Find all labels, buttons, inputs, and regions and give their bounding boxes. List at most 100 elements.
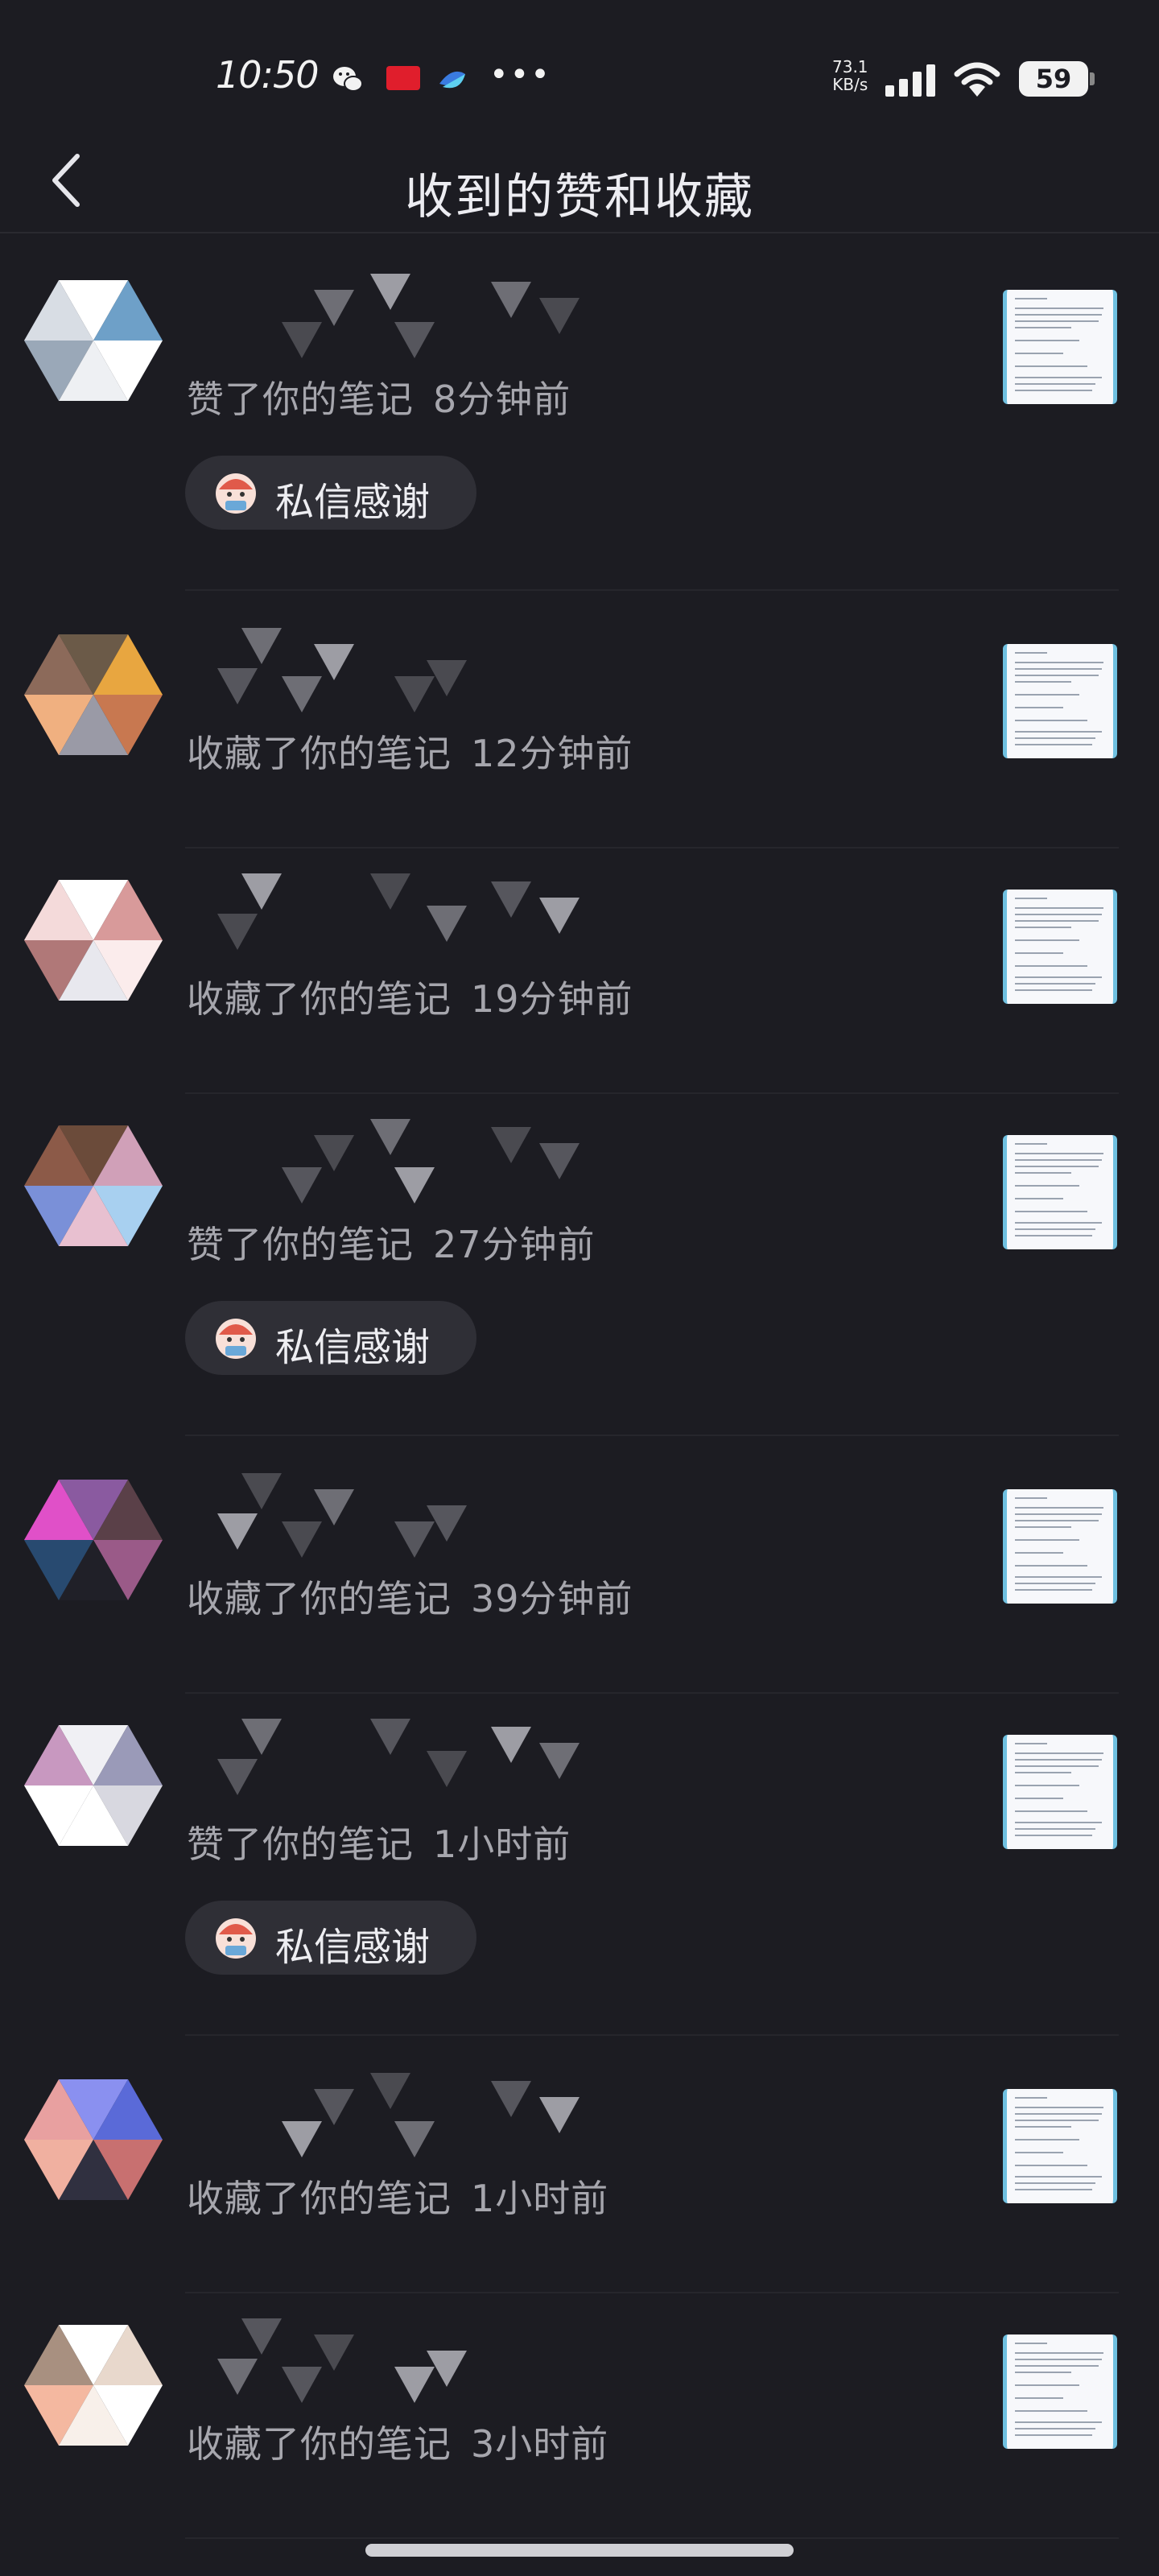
notification-item[interactable]: 赞了你的笔记 8分钟前 私信感谢 <box>0 274 1159 612</box>
notification-item[interactable]: 赞了你的笔记 27分钟前 私信感谢 <box>0 1119 1159 1457</box>
thumbnail-text-line <box>1015 2107 1103 2108</box>
header: 收到的赞和收藏 <box>0 129 1159 233</box>
more-dots-icon: ••• <box>489 56 551 93</box>
wechat-icon <box>333 67 363 92</box>
username-blurred[interactable] <box>185 1473 636 1562</box>
thumbnail-text-line <box>1015 2097 1047 2099</box>
username-blurred[interactable] <box>185 1719 636 1807</box>
thumbnail-text-line <box>1015 2139 1079 2140</box>
thumbnail-text-line <box>1015 1589 1092 1591</box>
thumbnail-text-line <box>1015 1497 1047 1499</box>
thumbnail-text-line <box>1015 737 1095 739</box>
user-avatar[interactable] <box>24 1725 163 1846</box>
thumbnail-text-line <box>1015 1507 1103 1509</box>
note-thumbnail[interactable] <box>1003 2089 1117 2203</box>
home-indicator[interactable] <box>365 2544 794 2557</box>
item-divider <box>185 1435 1119 1436</box>
notification-item[interactable]: 收藏了你的笔记 39分钟前 <box>0 1473 1159 1715</box>
thumbnail-text-line <box>1015 2372 1071 2373</box>
thumbnail-text-line <box>1015 707 1063 708</box>
action-label: 赞了你的笔记 <box>187 378 414 421</box>
notification-item[interactable]: 收藏了你的笔记 3小时前 <box>0 2318 1159 2560</box>
notification-item[interactable]: 收藏了你的笔记 19分钟前 <box>0 873 1159 1115</box>
thumbnail-text-line <box>1015 1798 1063 1799</box>
thumbnail-text-line <box>1015 2359 1102 2360</box>
thumbnail-text-line <box>1015 2428 1095 2429</box>
username-blurred[interactable] <box>185 274 636 362</box>
thumbnail-text-line <box>1015 2410 1087 2412</box>
notification-item[interactable]: 收藏了你的笔记 1小时前 <box>0 2073 1159 2314</box>
thumbnail-text-line <box>1015 1153 1103 1154</box>
thumbnail-text-line <box>1015 1235 1092 1236</box>
user-avatar[interactable] <box>24 880 163 1001</box>
note-thumbnail[interactable] <box>1003 2334 1117 2449</box>
thumbnail-text-line <box>1015 1520 1099 1521</box>
notification-item[interactable]: 赞了你的笔记 1小时前私信感谢 <box>0 1719 1159 2057</box>
note-thumbnail[interactable] <box>1003 290 1117 404</box>
thumbnail-text-line <box>1015 1172 1071 1174</box>
username-blurred[interactable] <box>185 873 636 962</box>
thumbnail-text-line <box>1015 681 1071 683</box>
user-avatar[interactable] <box>24 2079 163 2200</box>
thumbnail-text-line <box>1015 365 1087 367</box>
thumbnail-text-line <box>1015 2182 1095 2184</box>
thank-button-label: 私信感谢 <box>275 1325 431 1370</box>
battery-cap <box>1090 72 1095 85</box>
user-avatar[interactable] <box>24 1480 163 1600</box>
thumbnail-text-line <box>1015 668 1102 670</box>
item-divider <box>185 2537 1119 2539</box>
thumbnail-text-line <box>1015 2165 1087 2166</box>
username-blurred[interactable] <box>185 628 636 716</box>
screen: 10:50 ••• 73.1 KB/s 59 收到的赞和收藏 赞了你的笔记 8分… <box>0 0 1159 2576</box>
thumbnail-text-line <box>1015 652 1047 654</box>
thumbnail-text-line <box>1015 2434 1092 2436</box>
notification-text: 收藏了你的笔记 3小时前 <box>187 2415 608 2468</box>
time-ago: 1小时前 <box>433 1823 571 1866</box>
note-thumbnail[interactable] <box>1003 1489 1117 1604</box>
thumbnail-text-line <box>1015 920 1099 922</box>
thank-emoji-icon <box>216 473 256 514</box>
time-ago: 19分钟前 <box>471 977 633 1021</box>
thumbnail-text-line <box>1015 1765 1099 1767</box>
thumbnail-text-line <box>1015 2384 1079 2386</box>
thumbnail-text-line <box>1015 2365 1099 2367</box>
thumbnail-text-line <box>1015 731 1102 733</box>
notification-item[interactable]: 收藏了你的笔记 12分钟前 <box>0 628 1159 869</box>
notification-text: 收藏了你的笔记 12分钟前 <box>187 724 633 778</box>
thumbnail-text-line <box>1015 914 1102 915</box>
note-thumbnail[interactable] <box>1003 1135 1117 1249</box>
thank-message-button[interactable]: 私信感谢 <box>185 456 476 530</box>
item-divider <box>185 2034 1119 2036</box>
note-thumbnail[interactable] <box>1003 1735 1117 1849</box>
header-divider <box>0 232 1159 233</box>
thumbnail-text-line <box>1015 2352 1103 2354</box>
username-blurred[interactable] <box>185 2073 636 2161</box>
note-thumbnail[interactable] <box>1003 890 1117 1004</box>
thank-message-button[interactable]: 私信感谢 <box>185 1301 476 1375</box>
username-blurred[interactable] <box>185 1119 636 1208</box>
notification-text: 赞了你的笔记 1小时前 <box>187 1815 571 1868</box>
action-label: 赞了你的笔记 <box>187 1223 414 1266</box>
thumbnail-text-line <box>1015 720 1087 721</box>
thumbnail-text-line <box>1015 989 1092 991</box>
username-blurred[interactable] <box>185 2318 636 2407</box>
notification-text: 收藏了你的笔记 1小时前 <box>187 2169 608 2223</box>
thumbnail-text-line <box>1015 1552 1063 1554</box>
thumbnail-text-line <box>1015 1143 1047 1145</box>
action-label: 收藏了你的笔记 <box>187 977 452 1021</box>
user-avatar[interactable] <box>24 280 163 401</box>
thumbnail-text-line <box>1015 1228 1095 1230</box>
thumbnail-text-line <box>1015 1222 1102 1224</box>
thank-message-button[interactable]: 私信感谢 <box>185 1901 476 1975</box>
user-avatar[interactable] <box>24 634 163 755</box>
thumbnail-text-line <box>1015 2152 1063 2153</box>
user-avatar[interactable] <box>24 1125 163 1246</box>
note-thumbnail[interactable] <box>1003 644 1117 758</box>
thumbnail-text-line <box>1015 983 1095 985</box>
thumbnail-text-line <box>1015 1772 1071 1773</box>
thumbnail-text-line <box>1015 340 1079 341</box>
time-ago: 39分钟前 <box>471 1577 633 1620</box>
thumbnail-text-line <box>1015 298 1047 299</box>
thumbnail-text-line <box>1015 314 1102 316</box>
user-avatar[interactable] <box>24 2325 163 2446</box>
